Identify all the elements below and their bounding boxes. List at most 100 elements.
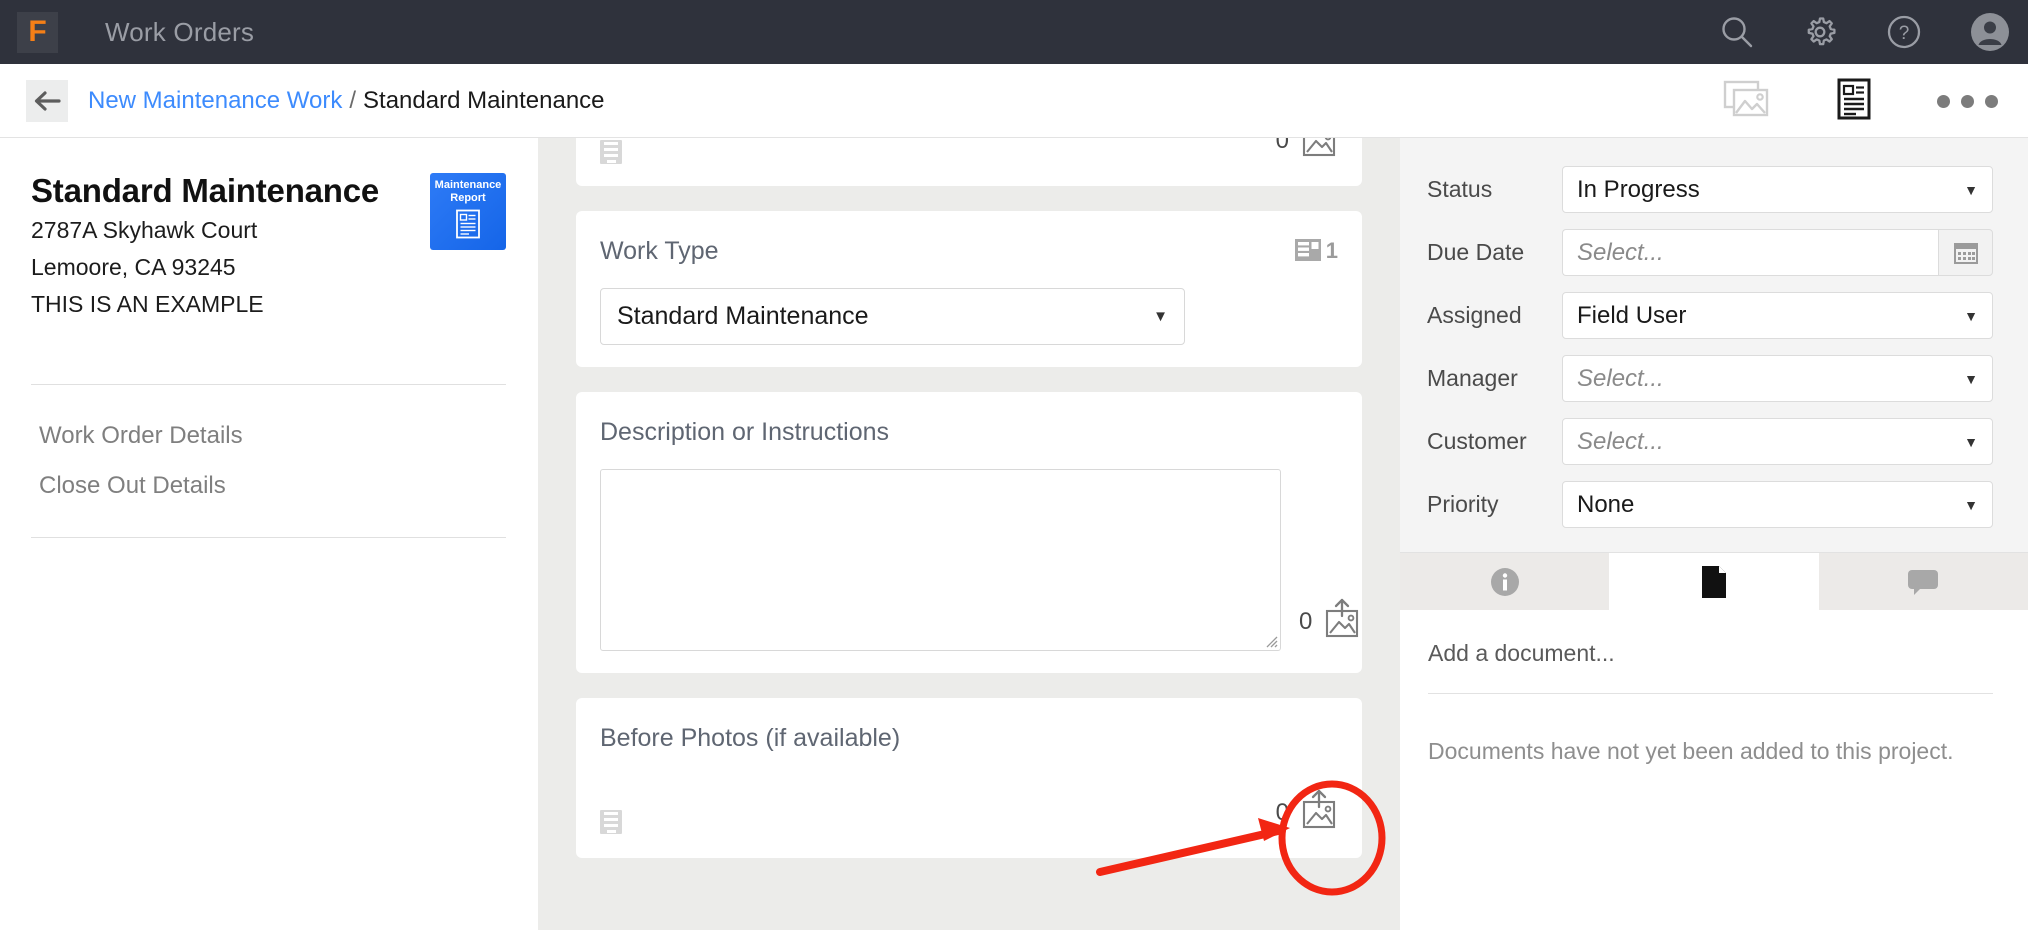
breadcrumb-current: Standard Maintenance xyxy=(363,86,605,114)
before-photos-count: 0 xyxy=(1275,798,1289,826)
maintenance-report-badge[interactable]: Maintenance Report xyxy=(430,173,506,250)
photo-upload-icon[interactable] xyxy=(1298,138,1338,164)
due-date-group: Select... xyxy=(1562,229,1993,276)
field-assigned: Assigned Field User ▼ xyxy=(1427,292,1993,339)
sidebar-nav: Work Order Details Close Out Details xyxy=(31,385,506,511)
work-type-value: Standard Maintenance xyxy=(617,302,869,330)
notes-icon[interactable] xyxy=(600,140,622,164)
documents-empty-message: Documents have not yet been added to thi… xyxy=(1428,738,1954,764)
partial-card-top: 0 xyxy=(576,138,1362,186)
breadcrumb-parent-link[interactable]: New Maintenance Work xyxy=(88,87,342,115)
status-select[interactable]: In Progress ▼ xyxy=(1562,166,1993,213)
help-icon[interactable]: ? xyxy=(1886,14,1922,50)
menu-dot xyxy=(1985,94,1998,108)
tab-documents[interactable] xyxy=(1609,553,1819,610)
description-label: Description or Instructions xyxy=(600,418,890,446)
search-icon[interactable] xyxy=(1720,15,1754,49)
gear-icon[interactable] xyxy=(1802,14,1838,50)
customer-select[interactable]: Select... ▼ xyxy=(1562,418,1993,465)
main-content: 0 Work Type Standard Maintenance ▼ 1 Des… xyxy=(538,138,1400,930)
field-label-assigned: Assigned xyxy=(1427,302,1522,328)
work-type-badge-count: 1 xyxy=(1325,238,1338,263)
manager-select[interactable]: Select... ▼ xyxy=(1562,355,1993,402)
details-fields: Status In Progress ▼ Due Date Select... xyxy=(1400,138,2028,552)
sidebar-header: Standard Maintenance 2787A Skyhawk Court… xyxy=(31,173,506,320)
sidebar-divider-bottom xyxy=(31,537,506,539)
menu-dot xyxy=(1937,94,1950,108)
breadcrumb-bar: New Maintenance Work / Standard Maintena… xyxy=(0,64,2028,138)
work-type-card: Work Type Standard Maintenance ▼ 1 xyxy=(576,211,1362,367)
back-arrow-icon xyxy=(34,90,61,111)
photo-upload-icon[interactable] xyxy=(1321,598,1361,645)
due-date-input[interactable]: Select... xyxy=(1562,229,1938,276)
tab-info[interactable] xyxy=(1400,553,1610,610)
photo-count: 0 xyxy=(1275,138,1289,154)
info-circle-icon xyxy=(1490,567,1519,596)
field-label-manager: Manager xyxy=(1427,365,1518,391)
app-title: Work Orders xyxy=(105,16,255,47)
avatar-icon[interactable] xyxy=(1970,12,2010,52)
page-title: Standard Maintenance xyxy=(31,172,380,209)
chevron-down-icon: ▼ xyxy=(1964,370,1978,387)
svg-text:?: ? xyxy=(1899,23,1910,44)
work-type-select[interactable]: Standard Maintenance ▼ xyxy=(600,288,1185,345)
app-header-actions: ? xyxy=(1720,0,2010,64)
logo-letter: F xyxy=(28,15,47,48)
work-type-badge[interactable]: 1 xyxy=(1294,237,1338,265)
app-logo[interactable]: F xyxy=(17,11,58,53)
partial-card-notes xyxy=(600,140,622,164)
chevron-down-icon: ▼ xyxy=(1964,496,1978,513)
description-photo-count: 0 xyxy=(1299,607,1313,635)
left-sidebar: Standard Maintenance 2787A Skyhawk Court… xyxy=(0,138,538,930)
badge-line-2: Report xyxy=(450,191,486,204)
photo-gallery-icon[interactable] xyxy=(1723,79,1771,124)
description-card: Description or Instructions 0 xyxy=(576,392,1362,673)
add-document-button[interactable]: Add a document... xyxy=(1428,640,1993,694)
breadcrumb-separator: / xyxy=(349,86,357,114)
field-due-date: Due Date Select... xyxy=(1427,229,1993,276)
calendar-button[interactable] xyxy=(1938,229,1993,276)
photo-upload-icon[interactable] xyxy=(1298,789,1338,836)
before-photos-label: Before Photos (if available) xyxy=(600,724,901,752)
report-document-icon[interactable] xyxy=(1837,78,1871,125)
report-icon xyxy=(456,209,480,239)
chevron-down-icon: ▼ xyxy=(1964,433,1978,450)
priority-select[interactable]: None ▼ xyxy=(1562,481,1993,528)
calendar-icon xyxy=(1953,242,1978,264)
app-header: F Work Orders ? xyxy=(0,0,2028,64)
field-manager: Manager Select... ▼ xyxy=(1427,355,1993,402)
priority-value: None xyxy=(1577,490,1635,518)
notes-icon[interactable] xyxy=(600,810,622,834)
work-order-summary: Standard Maintenance 2787A Skyhawk Court… xyxy=(31,173,379,320)
breadcrumb: New Maintenance Work / Standard Maintena… xyxy=(88,87,605,115)
assigned-value: Field User xyxy=(1577,301,1687,329)
manager-value: Select... xyxy=(1577,364,1664,392)
before-photos-upload: 0 xyxy=(1276,789,1338,836)
customer-value: Select... xyxy=(1577,427,1664,455)
badge-line-1: Maintenance xyxy=(434,179,502,191)
work-type-label: Work Type xyxy=(600,237,719,265)
sidebar-item-close-out-details[interactable]: Close Out Details xyxy=(31,461,506,511)
assigned-select[interactable]: Field User ▼ xyxy=(1562,292,1993,339)
breadcrumb-actions xyxy=(1723,64,1998,138)
details-tabs xyxy=(1400,552,2028,610)
form-layout-icon xyxy=(1294,239,1321,261)
field-status: Status In Progress ▼ xyxy=(1427,166,1993,213)
menu-dot xyxy=(1961,94,1974,108)
tab-comments[interactable] xyxy=(1818,553,2028,610)
description-photo-upload: 0 xyxy=(1299,598,1361,645)
status-value: In Progress xyxy=(1577,175,1700,203)
overflow-menu-icon[interactable] xyxy=(1937,94,1998,108)
page-body: Standard Maintenance 2787A Skyhawk Court… xyxy=(0,138,2028,930)
sidebar-item-work-order-details[interactable]: Work Order Details xyxy=(31,411,506,461)
details-panel: Status In Progress ▼ Due Date Select... xyxy=(1400,138,2028,930)
chevron-down-icon: ▼ xyxy=(1964,307,1978,324)
field-label-status: Status xyxy=(1427,176,1493,202)
address-line-3: THIS IS AN EXAMPLE xyxy=(31,291,264,318)
field-customer: Customer Select... ▼ xyxy=(1427,418,1993,465)
comment-bubble-icon xyxy=(1908,569,1939,595)
back-button[interactable] xyxy=(26,79,68,122)
document-icon xyxy=(1701,565,1726,598)
field-label-customer: Customer xyxy=(1427,428,1527,454)
description-textarea[interactable] xyxy=(600,469,1281,651)
